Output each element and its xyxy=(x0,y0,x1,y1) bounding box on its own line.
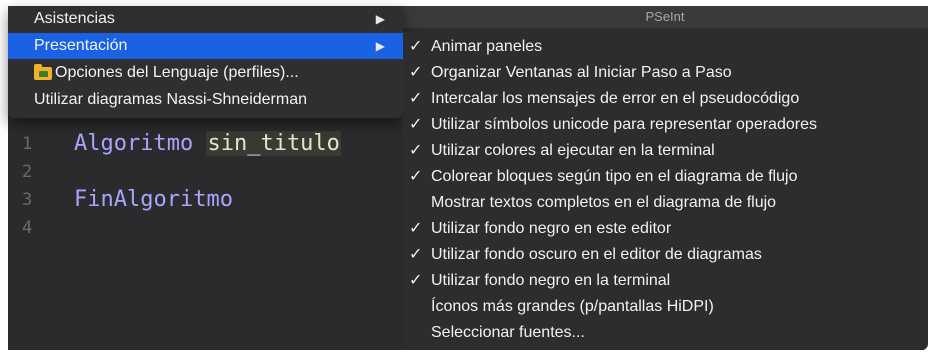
checkmark-icon: ✓ xyxy=(409,220,423,237)
checkmark-icon: ✓ xyxy=(409,38,423,55)
checkmark-icon: ✓ xyxy=(409,90,423,107)
line-number: 4 xyxy=(22,218,33,238)
submenu-item-textos-completos[interactable]: Mostrar textos completos en el diagrama … xyxy=(403,190,924,216)
submenu-arrow-icon: ▶ xyxy=(375,12,385,26)
checkmark-icon: ✓ xyxy=(409,142,423,159)
submenu-item-label: Utilizar símbolos unicode para represent… xyxy=(431,116,817,133)
submenu-item-fondo-negro-terminal[interactable]: ✓ Utilizar fondo negro en la terminal xyxy=(403,268,924,294)
menu-item-label: Presentación xyxy=(34,37,128,54)
menu-item-label: Utilizar diagramas Nassi-Shneiderman xyxy=(34,91,307,108)
checkmark-icon: ✓ xyxy=(409,272,423,289)
menu-item-label: Asistencias xyxy=(34,10,115,27)
checkmark-icon: ✓ xyxy=(409,168,423,185)
algorithm-name[interactable]: sin_titulo xyxy=(206,131,341,156)
submenu-item-label: Utilizar fondo negro en la terminal xyxy=(431,272,671,289)
configure-menu: Asistencias ▶ Presentación ▶ Opciones de… xyxy=(8,6,403,118)
submenu-item-label: Utilizar colores al ejecutar en la termi… xyxy=(431,142,715,159)
submenu-item-iconos-grandes[interactable]: Íconos más grandes (p/pantallas HiDPI) xyxy=(403,294,924,320)
submenu-arrow-icon: ▶ xyxy=(375,39,385,53)
menu-item-presentacion[interactable]: Presentación ▶ xyxy=(8,33,403,59)
line-number: 2 xyxy=(22,162,33,182)
submenu-item-label: Organizar Ventanas al Iniciar Paso a Pas… xyxy=(431,64,732,81)
checkmark-icon: ✓ xyxy=(409,116,423,133)
menu-item-nassi-shneiderman[interactable]: Utilizar diagramas Nassi-Shneiderman xyxy=(8,87,403,113)
submenu-item-seleccionar-fuentes[interactable]: Seleccionar fuentes... xyxy=(403,320,924,346)
checkmark-icon: ✓ xyxy=(409,246,423,263)
submenu-item-label: Íconos más grandes (p/pantallas HiDPI) xyxy=(431,298,714,315)
submenu-item-label: Intercalar los mensajes de error en el p… xyxy=(431,90,800,107)
window-title: PSeInt xyxy=(645,9,685,24)
line-number: 3 xyxy=(22,190,33,210)
menu-item-asistencias[interactable]: Asistencias ▶ xyxy=(8,6,403,32)
submenu-item-colores-terminal[interactable]: ✓ Utilizar colores al ejecutar en la ter… xyxy=(403,138,924,164)
checkmark-icon: ✓ xyxy=(409,64,423,81)
submenu-item-simbolos-unicode[interactable]: ✓ Utilizar símbolos unicode para represe… xyxy=(403,112,924,138)
submenu-item-organizar-ventanas[interactable]: ✓ Organizar Ventanas al Iniciar Paso a P… xyxy=(403,60,924,86)
submenu-item-intercalar-errores[interactable]: ✓ Intercalar los mensajes de error en el… xyxy=(403,86,924,112)
submenu-item-animar-paneles[interactable]: ✓ Animar paneles xyxy=(403,34,924,60)
submenu-item-label: Mostrar textos completos en el diagrama … xyxy=(431,194,777,211)
keyword-finalgoritmo: FinAlgoritmo xyxy=(74,187,233,212)
submenu-item-fondo-negro-editor[interactable]: ✓ Utilizar fondo negro en este editor xyxy=(403,216,924,242)
submenu-item-label: Utilizar fondo oscuro en el editor de di… xyxy=(431,246,762,263)
folder-icon xyxy=(34,64,52,80)
menu-item-opciones-lenguaje[interactable]: Opciones del Lenguaje (perfiles)... xyxy=(8,60,403,86)
submenu-item-label: Seleccionar fuentes... xyxy=(431,324,585,341)
line-number: 1 xyxy=(22,134,33,154)
window-titlebar[interactable]: PSeInt xyxy=(402,6,928,28)
presentacion-submenu: ✓ Animar paneles ✓ Organizar Ventanas al… xyxy=(403,32,924,350)
submenu-item-colorear-bloques[interactable]: ✓ Colorear bloques según tipo en el diag… xyxy=(403,164,924,190)
keyword-algoritmo: Algoritmo xyxy=(74,131,194,156)
submenu-item-label: Utilizar fondo negro en este editor xyxy=(431,220,672,237)
submenu-item-fondo-oscuro-diagramas[interactable]: ✓ Utilizar fondo oscuro en el editor de … xyxy=(403,242,924,268)
menu-item-label: Opciones del Lenguaje (perfiles)... xyxy=(55,64,299,81)
submenu-item-label: Animar paneles xyxy=(431,38,543,55)
submenu-item-label: Colorear bloques según tipo en el diagra… xyxy=(431,168,798,185)
